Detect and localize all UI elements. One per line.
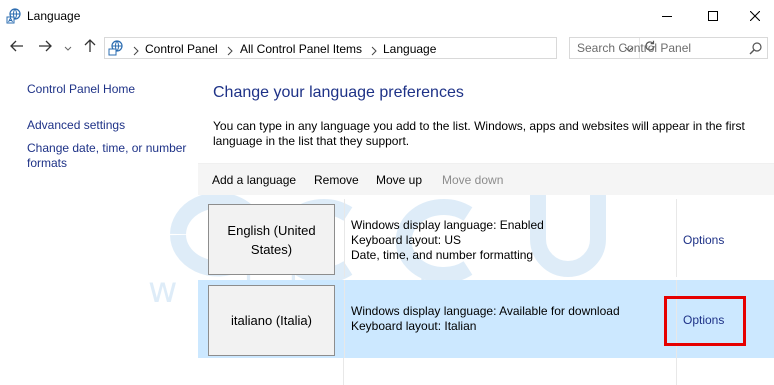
keyboard-layout: Keyboard layout: US (351, 233, 462, 247)
language-tile[interactable]: italiano (Italia) (208, 285, 335, 356)
minimize-button[interactable] (644, 0, 690, 32)
column-divider (344, 280, 345, 358)
display-language-status: Windows display language: Enabled (351, 218, 544, 232)
column-divider (344, 199, 345, 277)
add-language-button[interactable]: Add a language (212, 173, 296, 187)
address-bar[interactable]: Control Panel All Control Panel Items La… (104, 37, 655, 59)
window-title: Language (27, 9, 81, 23)
breadcrumb-separator-icon (370, 43, 378, 56)
page-description: You can type in any language you add to … (213, 119, 745, 148)
forward-arrow-icon (38, 39, 52, 57)
globe-language-icon (6, 8, 22, 24)
language-row-english[interactable]: English (United States) Windows display … (198, 199, 774, 277)
up-button[interactable] (82, 38, 98, 58)
language-details: Windows display language: Enabled Keyboa… (351, 218, 544, 263)
language-details: Windows display language: Available for … (351, 304, 620, 334)
sidebar-item-date-time-formats[interactable]: Change date, time, or number formats (27, 141, 197, 171)
column-divider (676, 358, 677, 385)
move-up-button[interactable]: Move up (376, 173, 422, 187)
move-down-button[interactable]: Move down (442, 173, 503, 187)
control-panel-icon (108, 40, 124, 56)
close-icon (750, 11, 760, 21)
chevron-down-icon (64, 39, 72, 57)
back-arrow-icon (10, 39, 24, 57)
breadcrumb-separator-icon (226, 43, 234, 56)
formatting-info: Date, time, and number formatting (351, 248, 534, 262)
breadcrumb-control-panel[interactable]: Control Panel (145, 42, 218, 56)
keyboard-layout: Keyboard layout: Italian (351, 319, 477, 333)
language-toolbar: Add a language Remove Move up Move down (198, 163, 774, 195)
annotation-highlight-box (664, 296, 746, 346)
recent-locations-button[interactable] (62, 40, 74, 56)
sidebar-item-advanced-settings[interactable]: Advanced settings (27, 118, 125, 133)
back-button[interactable] (9, 40, 25, 56)
minimize-icon (662, 11, 672, 21)
search-icon[interactable] (749, 41, 763, 55)
title-bar: Language (0, 0, 774, 32)
column-divider (343, 358, 344, 385)
search-box[interactable] (569, 37, 768, 59)
forward-button[interactable] (37, 40, 53, 56)
breadcrumb-all-items[interactable]: All Control Panel Items (240, 42, 362, 56)
up-arrow-icon (84, 38, 96, 58)
breadcrumb-language[interactable]: Language (383, 42, 436, 56)
remove-button[interactable]: Remove (314, 173, 359, 187)
breadcrumb-separator-icon (132, 43, 140, 56)
options-link-english[interactable]: Options (683, 233, 724, 247)
display-language-status: Windows display language: Available for … (351, 304, 620, 318)
maximize-icon (708, 11, 718, 21)
page-heading: Change your language preferences (213, 84, 464, 101)
maximize-button[interactable] (690, 0, 736, 32)
close-button[interactable] (736, 0, 774, 32)
search-input[interactable] (570, 38, 747, 58)
language-tile[interactable]: English (United States) (208, 204, 335, 275)
sidebar-item-control-panel-home[interactable]: Control Panel Home (27, 82, 135, 97)
column-divider (676, 199, 677, 277)
